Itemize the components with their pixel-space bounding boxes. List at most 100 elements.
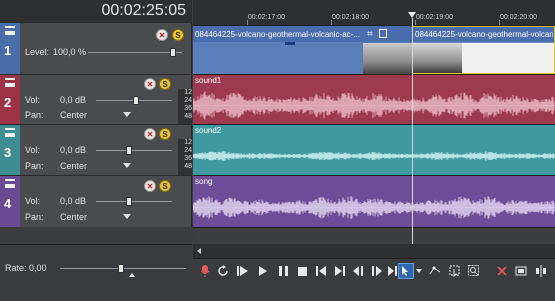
selected-event-outline xyxy=(412,26,555,74)
level-label: Level: xyxy=(25,47,50,57)
timeline-empty-area[interactable] xyxy=(193,227,555,244)
timeline-ruler[interactable]: 00:02:17:00 00:02:18:00 00:02:19:00 00:0… xyxy=(193,0,555,26)
pan-value: Center xyxy=(60,110,88,120)
track-number: 1 xyxy=(4,43,12,58)
audio-waveform xyxy=(193,151,555,161)
level-slider-thumb[interactable] xyxy=(170,48,176,57)
track-menu-icon[interactable] xyxy=(5,26,15,35)
zoom-tool-icon[interactable] xyxy=(467,264,481,278)
video-event-1[interactable]: 084464225-volcano-geothermal-volcanic-ac… xyxy=(193,26,412,74)
previous-frame-icon[interactable] xyxy=(352,264,366,278)
track-color-strip[interactable]: 1 xyxy=(0,23,20,74)
ruler-time-label: 00:02:20:00 xyxy=(500,14,537,21)
vol-slider-thumb[interactable] xyxy=(133,96,139,105)
vol-value: 0,0 dB xyxy=(60,196,87,206)
split-icon[interactable] xyxy=(534,264,548,278)
trim-icon[interactable] xyxy=(514,264,528,278)
edit-tool-dropdown-icon[interactable] xyxy=(414,264,424,278)
scroll-left-icon[interactable] xyxy=(197,248,201,254)
pan-slider-marker[interactable] xyxy=(123,214,131,219)
track-header-3[interactable]: 3 ✕ S Vol: 0,0 dB Pan: Center 12 24 36 48 xyxy=(0,124,192,175)
track-list-empty-area xyxy=(0,227,192,244)
track-menu-icon[interactable] xyxy=(5,128,15,137)
vol-slider-thumb[interactable] xyxy=(126,197,132,206)
clip-label: song xyxy=(195,177,213,186)
pan-label: Pan: xyxy=(25,110,44,120)
track-color-strip[interactable]: 4 xyxy=(0,176,20,227)
video-event-2[interactable]: 084464225-volcano-geothermal-volcanic-ac… xyxy=(412,26,555,74)
clip-label: sound2 xyxy=(195,126,222,135)
mute-icon[interactable]: ✕ xyxy=(144,180,156,192)
vol-value: 0,0 dB xyxy=(60,145,87,155)
track-header-1[interactable]: 1 ✕ S Level: 100,0 % xyxy=(0,22,192,74)
track-header-2[interactable]: 2 ✕ S Vol: 0,0 dB Pan: Center 12 24 36 48 xyxy=(0,74,192,124)
solo-icon[interactable]: S xyxy=(159,78,171,90)
vol-label: Vol: xyxy=(25,196,41,206)
mute-icon[interactable]: ✕ xyxy=(144,78,156,90)
mute-icon[interactable]: ✕ xyxy=(144,128,156,140)
pan-value: Center xyxy=(60,212,88,222)
vol-value: 0,0 dB xyxy=(60,95,87,105)
play-from-start-icon[interactable] xyxy=(235,264,249,278)
track-header-4[interactable]: 4 ✕ S Vol: 0,0 dB Pan: Center xyxy=(0,175,192,227)
level-value: 100,0 % xyxy=(53,47,87,57)
audio-waveform xyxy=(193,196,555,219)
delete-icon[interactable] xyxy=(495,264,509,278)
pan-value: Center xyxy=(60,161,88,171)
timeline-scrollbar[interactable] xyxy=(193,244,555,258)
pan-slider-marker[interactable] xyxy=(123,163,131,168)
rate-slider-thumb[interactable] xyxy=(118,264,124,273)
normal-edit-tool-icon[interactable] xyxy=(398,263,414,279)
track-number: 3 xyxy=(4,145,12,160)
track-color-strip[interactable]: 2 xyxy=(0,75,20,124)
track-number: 4 xyxy=(4,196,12,211)
pan-slider-marker[interactable] xyxy=(123,112,131,117)
pause-icon[interactable] xyxy=(276,264,290,278)
event-marker xyxy=(285,42,295,45)
loop-icon[interactable] xyxy=(216,264,230,278)
go-to-end-icon[interactable] xyxy=(333,264,347,278)
time-display: 00:02:25:05 xyxy=(0,0,192,22)
ruler-time-label: 00:02:19:00 xyxy=(416,14,453,21)
solo-icon[interactable]: S xyxy=(172,29,184,41)
vol-slider[interactable] xyxy=(96,201,172,202)
play-icon[interactable] xyxy=(256,264,270,278)
level-slider[interactable] xyxy=(88,52,182,53)
clip-label: sound1 xyxy=(195,76,222,85)
audio-track-lane-4[interactable]: song xyxy=(193,175,555,227)
vol-label: Vol: xyxy=(25,145,41,155)
track-menu-icon[interactable] xyxy=(5,179,15,188)
ruler-time-label: 00:02:18:00 xyxy=(332,14,369,21)
vol-label: Vol: xyxy=(25,95,41,105)
vol-slider[interactable] xyxy=(96,150,172,151)
event-title: 084464225-volcano-geothermal-volcanic-ac… xyxy=(195,30,360,39)
rate-panel: Rate: 0,00 xyxy=(0,244,192,301)
pan-label: Pan: xyxy=(25,212,44,222)
audio-waveform xyxy=(193,91,555,120)
video-track-lane[interactable]: 084464225-volcano-geothermal-volcanic-ac… xyxy=(193,25,555,74)
envelope-tool-icon[interactable] xyxy=(428,264,442,278)
pan-label: Pan: xyxy=(25,161,44,171)
track-number: 2 xyxy=(4,95,12,110)
ruler-time-label: 00:02:17:00 xyxy=(248,14,285,21)
event-crop-icon[interactable]: ⌗ xyxy=(367,29,373,40)
level-meter: 12 24 36 48 xyxy=(178,89,192,124)
level-meter: 12 24 36 48 xyxy=(178,139,192,175)
mute-icon[interactable]: ✕ xyxy=(156,29,168,41)
go-to-start-icon[interactable] xyxy=(314,264,328,278)
audio-track-lane-2[interactable]: sound1 xyxy=(193,74,555,124)
solo-icon[interactable]: S xyxy=(159,128,171,140)
record-icon[interactable] xyxy=(198,264,212,278)
playhead-line xyxy=(412,18,413,244)
stop-icon[interactable] xyxy=(295,264,309,278)
rate-label: Rate: 0,00 xyxy=(5,263,47,273)
track-color-strip[interactable]: 3 xyxy=(0,125,20,175)
vol-slider-thumb[interactable] xyxy=(126,146,132,155)
rate-center-marker xyxy=(129,273,135,277)
selection-tool-icon[interactable] xyxy=(448,264,462,278)
next-frame-icon[interactable] xyxy=(370,264,384,278)
solo-icon[interactable]: S xyxy=(159,180,171,192)
audio-track-lane-3[interactable]: sound2 xyxy=(193,124,555,175)
track-menu-icon[interactable] xyxy=(5,78,15,87)
event-fx-icon[interactable] xyxy=(379,29,387,38)
